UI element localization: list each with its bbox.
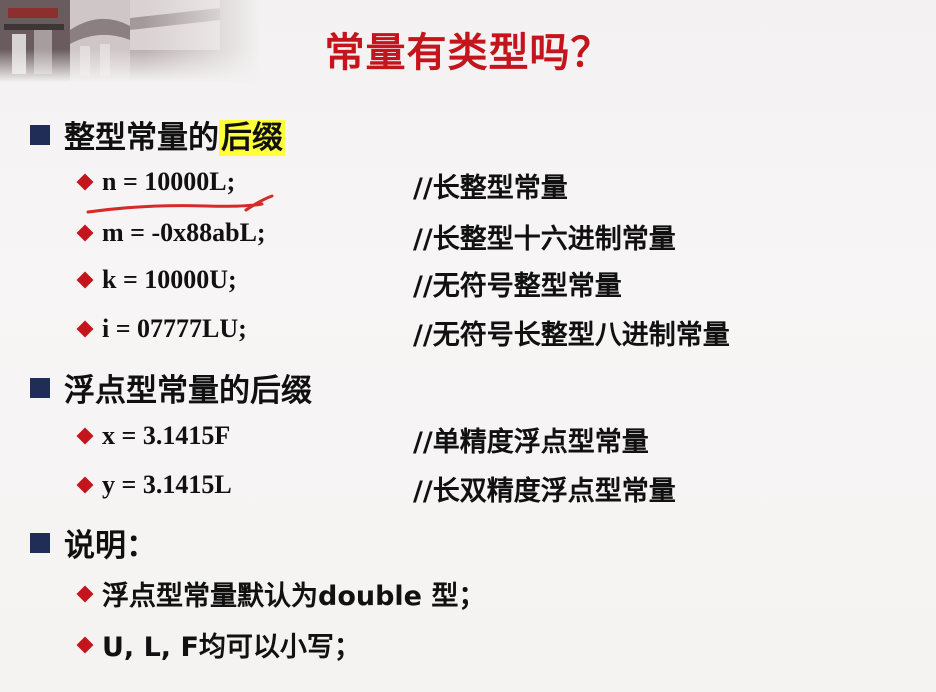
diamond-bullet-icon [76, 427, 94, 445]
note-item: 浮点型常量默认为double 型； [76, 574, 486, 613]
code-text: y = 3.1415L [102, 470, 232, 499]
code-comment: //无符号整型常量 [413, 271, 622, 302]
list-item: m = -0x88abL; [76, 218, 266, 248]
section-heading-float-suffix: 浮点型常量的后缀 [30, 365, 312, 410]
code-text: i = 07777LU; [102, 314, 247, 343]
heading-text: 说明： [64, 528, 157, 564]
note-text: 浮点型常量默认为double 型； [102, 581, 486, 612]
diamond-bullet-icon [76, 320, 94, 338]
square-bullet-icon [30, 377, 50, 398]
diamond-bullet-icon [76, 636, 94, 653]
code-comment: //长整型十六进制常量 [413, 224, 676, 255]
list-item: k = 10000U; [76, 265, 237, 295]
list-item: y = 3.1415L [76, 470, 232, 500]
slide: 常量有类型吗？ 整型常量的后缀 n = 10000L; //长整型常量 m = … [0, 0, 936, 692]
list-item: i = 07777LU; [76, 314, 247, 344]
code-comment: //单精度浮点型常量 [413, 427, 649, 458]
diamond-bullet-icon [76, 476, 94, 494]
square-bullet-icon [30, 124, 50, 145]
note-text: U, L, F均可以小写； [102, 632, 361, 663]
section-heading-notes: 说明： [30, 520, 157, 565]
code-text: n = 10000L; [102, 167, 236, 196]
heading-text: 整型常量的 [64, 120, 219, 156]
diamond-bullet-icon [76, 224, 94, 242]
square-bullet-icon [30, 532, 50, 553]
list-item: x = 3.1415F [76, 421, 231, 451]
code-comment: //长双精度浮点型常量 [413, 476, 676, 507]
code-text: k = 10000U; [102, 265, 237, 294]
slide-title: 常量有类型吗？ [324, 30, 612, 76]
diamond-bullet-icon [76, 271, 94, 289]
section-heading-integer-suffix: 整型常量的后缀 [30, 112, 285, 157]
heading-text: 浮点型常量的后缀 [64, 373, 312, 409]
diamond-bullet-icon [76, 173, 94, 191]
diamond-bullet-icon [76, 585, 94, 602]
code-comment: //无符号长整型八进制常量 [413, 320, 730, 351]
code-text: x = 3.1415F [102, 421, 231, 450]
code-comment: //长整型常量 [413, 173, 568, 204]
highlighted-text: 后缀 [219, 120, 285, 156]
list-item: n = 10000L; [76, 167, 236, 197]
code-text: m = -0x88abL; [102, 218, 266, 247]
note-item: U, L, F均可以小写； [76, 625, 361, 664]
